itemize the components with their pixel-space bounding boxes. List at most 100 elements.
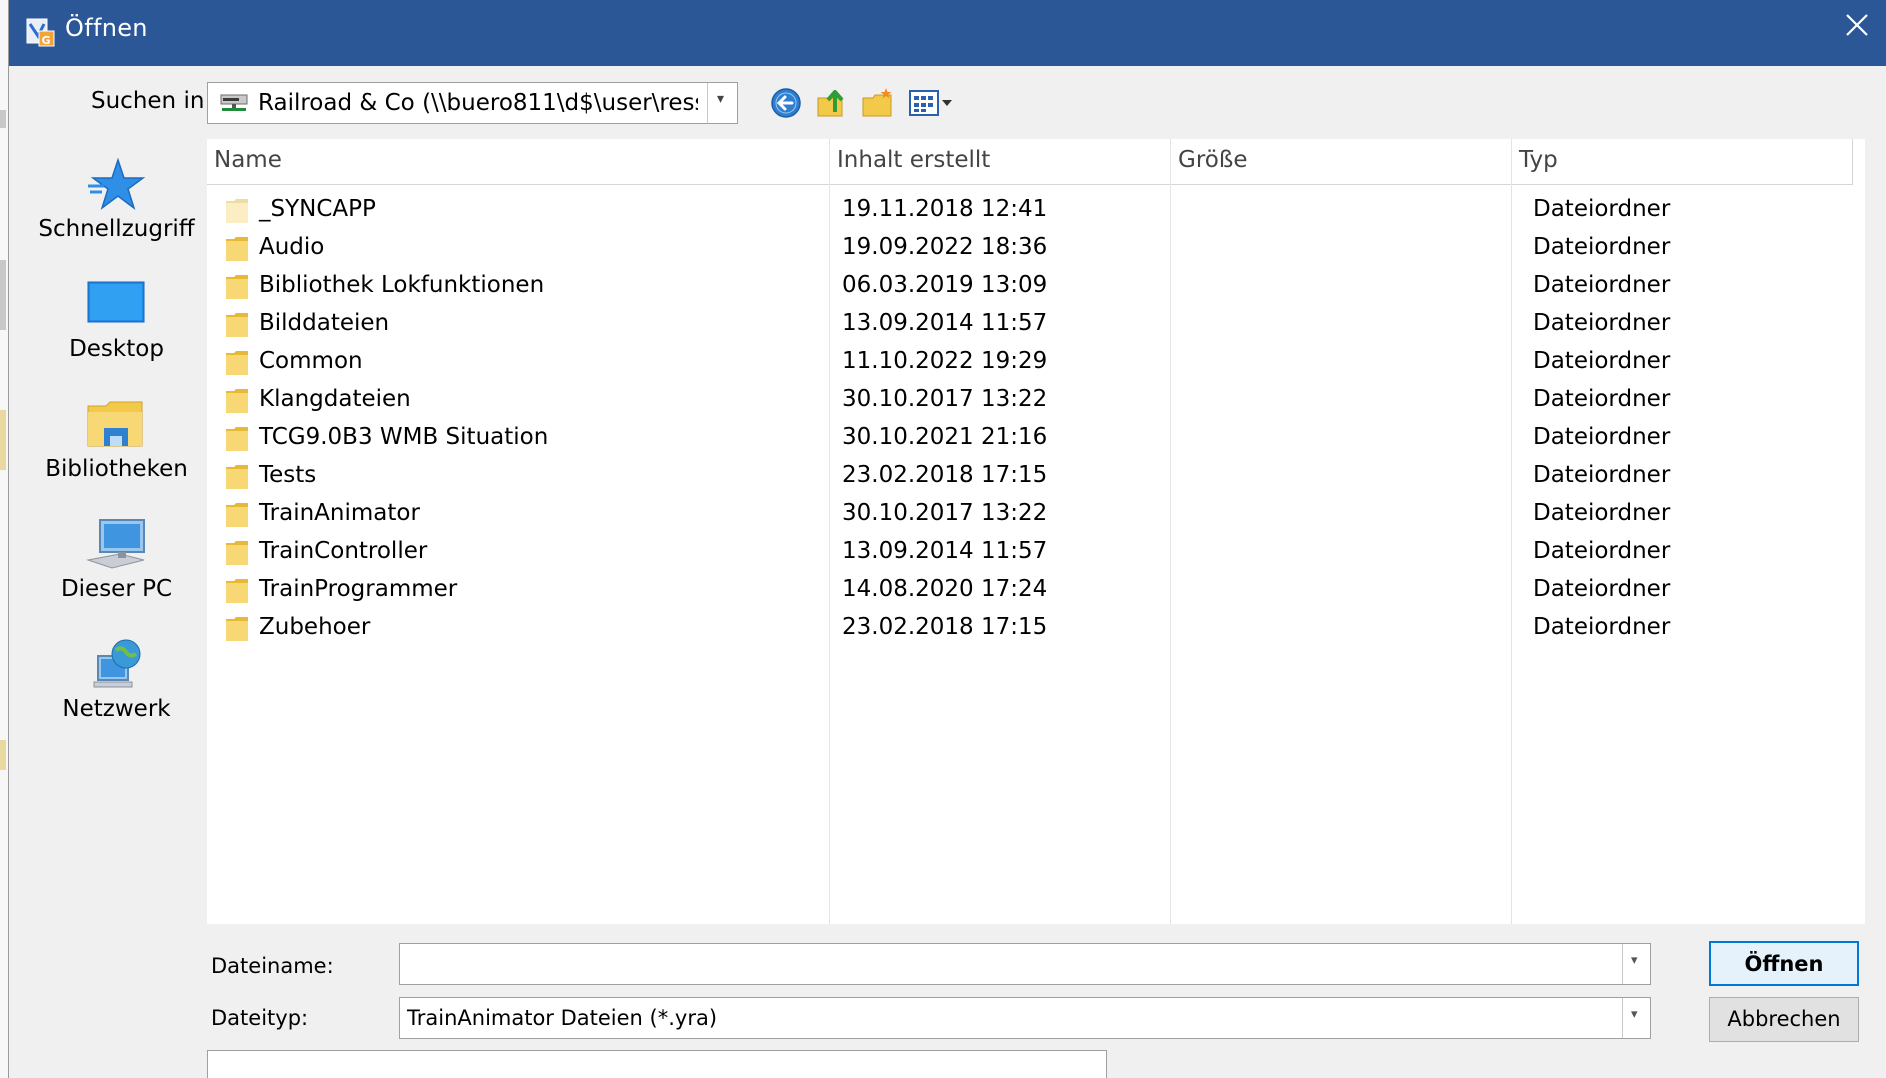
folder-icon [224,425,250,453]
filetype-label: Dateityp: [211,1006,309,1030]
edge-mark [0,740,6,770]
file-type: Dateiordner [1533,348,1671,374]
file-type: Dateiordner [1533,272,1671,298]
new-folder-button[interactable] [861,86,897,120]
chevron-down-icon: ▾ [717,91,725,107]
lookin-label: Suchen in: [91,88,213,114]
file-type: Dateiordner [1533,576,1671,602]
close-button[interactable] [1826,0,1886,56]
file-row[interactable]: Tests 23.02.2018 17:15 Dateiordner [207,457,1865,495]
folder-icon [224,197,250,225]
file-name: Audio [259,234,325,260]
folder-icon [224,387,250,415]
file-created: 30.10.2021 21:16 [842,424,1048,450]
network-drive-icon [220,93,248,113]
place-label: Desktop [69,336,164,362]
filename-input[interactable] [406,950,1606,978]
new-folder-icon [862,88,892,117]
open-button[interactable]: Öffnen [1709,941,1859,986]
file-name: TCG9.0B3 WMB Situation [259,424,549,450]
cancel-button[interactable]: Abbrechen [1709,997,1859,1042]
column-header-size[interactable]: Größe [1171,139,1511,185]
place-desktop[interactable]: Desktop [29,270,204,386]
file-row[interactable]: Zubehoer 23.02.2018 17:15 Dateiordner [207,609,1865,647]
file-type: Dateiordner [1533,234,1671,260]
view-menu-icon [909,90,952,116]
file-created: 30.10.2017 13:22 [842,500,1048,526]
column-header-name[interactable]: Name [207,139,829,185]
title-bar[interactable]: G Öffnen [9,0,1886,66]
folder-icon [224,501,250,529]
file-row[interactable]: Klangdateien 30.10.2017 13:22 Dateiordner [207,381,1865,419]
folder-icon [224,539,250,567]
file-name: Bibliothek Lokfunktionen [259,272,545,298]
file-created: 06.03.2019 13:09 [842,272,1048,298]
column-divider[interactable] [1852,139,1853,185]
place-label: Schnellzugriff [38,216,195,242]
filename-dropdown-button[interactable]: ▾ [1622,944,1650,984]
computer-icon [84,516,148,574]
place-this-pc[interactable]: Dieser PC [29,510,204,626]
up-folder-icon [817,90,844,117]
file-name: Common [259,348,363,374]
file-name: TrainController [259,538,428,564]
place-label: Bibliotheken [45,456,188,482]
folder-icon [224,235,250,263]
folder-icon [224,463,250,491]
column-header-type[interactable]: Typ [1512,139,1852,185]
file-created: 30.10.2017 13:22 [842,386,1048,412]
folder-icon [224,577,250,605]
back-button[interactable] [769,86,805,120]
file-name: _SYNCAPP [259,196,376,222]
place-libraries[interactable]: Bibliotheken [29,390,204,506]
file-row[interactable]: Bibliothek Lokfunktionen 06.03.2019 13:09… [207,267,1865,305]
file-name: Zubehoer [259,614,371,640]
file-type: Dateiordner [1533,614,1671,640]
file-created: 23.02.2018 17:15 [842,462,1048,488]
file-row[interactable]: Audio 19.09.2022 18:36 Dateiordner [207,229,1865,267]
file-created: 23.02.2018 17:15 [842,614,1048,640]
back-icon [771,88,801,118]
column-header-created[interactable]: Inhalt erstellt [830,139,1170,185]
file-type: Dateiordner [1533,462,1671,488]
filename-label: Dateiname: [211,954,334,978]
file-created: 19.11.2018 12:41 [842,196,1048,222]
place-label: Dieser PC [60,576,173,602]
preview-box [207,1050,1107,1078]
svg-text:G: G [42,34,51,47]
app-icon: G [26,18,56,48]
folder-icon [224,311,250,339]
file-created: 14.08.2020 17:24 [842,576,1048,602]
file-created: 13.09.2014 11:57 [842,538,1048,564]
file-created: 11.10.2022 19:29 [842,348,1048,374]
file-row[interactable]: TrainController 13.09.2014 11:57 Dateiordn… [207,533,1865,571]
lookin-combo[interactable]: Railroad & Co (\\buero811\d$\user\ress\D… [207,82,738,124]
file-row[interactable]: TrainProgrammer 14.08.2020 17:24 Dateiordn… [207,571,1865,609]
view-menu-button[interactable] [907,86,957,120]
background-window-edge [0,0,9,1078]
file-row[interactable]: TrainAnimator 30.10.2017 13:22 Dateiordner [207,495,1865,533]
up-folder-button[interactable] [815,86,851,120]
close-icon [1846,14,1868,36]
edge-mark [0,410,6,470]
folder-icon [224,273,250,301]
file-name: Klangdateien [259,386,411,412]
file-row[interactable]: Common 11.10.2022 19:29 Dateiordner [207,343,1865,381]
filetype-select[interactable]: TrainAnimator Dateien (*.yra) ▾ [399,997,1651,1039]
place-quick-access[interactable]: Schnellzugriff [29,150,204,266]
file-type: Dateiordner [1533,310,1671,336]
lookin-path: Railroad & Co (\\buero811\d$\user\ress\D… [258,90,698,116]
file-row[interactable]: _SYNCAPP 19.11.2018 12:41 Dateiordner [207,191,1865,229]
star-icon [84,156,148,214]
place-network[interactable]: Netzwerk [29,630,204,746]
file-list[interactable]: Name Inhalt erstellt Größe Typ _SYNCAPP 1… [207,139,1865,924]
file-created: 13.09.2014 11:57 [842,310,1048,336]
file-row[interactable]: Bilddateien 13.09.2014 11:57 Dateiordner [207,305,1865,343]
folder-icon [224,349,250,377]
file-row[interactable]: TCG9.0B3 WMB Situation 30.10.2021 21:16 Da… [207,419,1865,457]
window-title: Öffnen [65,14,148,42]
desktop-icon [84,276,148,334]
filetype-dropdown-button[interactable]: ▾ [1622,998,1650,1038]
filename-combo[interactable]: ▾ [399,943,1651,985]
lookin-dropdown-button[interactable]: ▾ [707,83,737,123]
